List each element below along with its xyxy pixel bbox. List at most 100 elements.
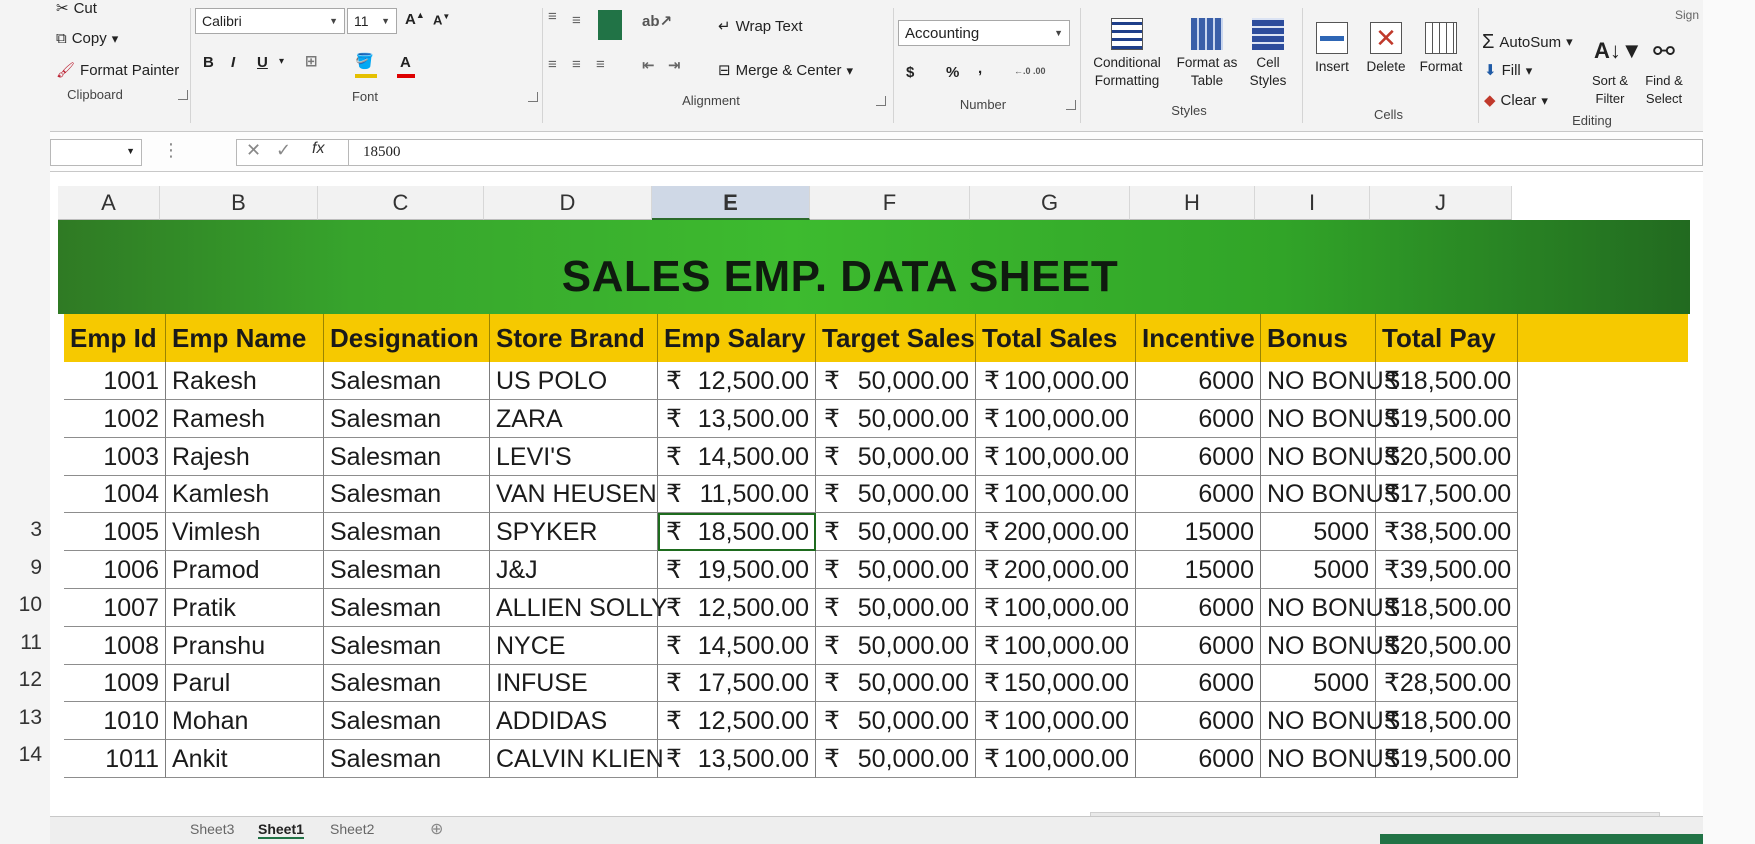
sheet-tab-sheet2[interactable]: Sheet2: [330, 821, 374, 837]
header-cell[interactable]: Incentive: [1136, 314, 1261, 362]
cell-c[interactable]: Salesman: [324, 551, 490, 589]
font-launcher-icon[interactable]: [528, 92, 538, 102]
cell-a[interactable]: 1001: [64, 362, 166, 400]
fill-color-icon[interactable]: 🪣: [355, 52, 374, 70]
cell-h[interactable]: 6000: [1136, 702, 1261, 741]
header-cell[interactable]: Store Brand: [490, 314, 658, 362]
add-sheet-icon[interactable]: ⊕: [430, 819, 443, 839]
cell-i[interactable]: NO BONUS: [1261, 626, 1400, 665]
column-header-e[interactable]: E: [652, 186, 810, 220]
fill-button[interactable]: ⬇ Fill ▾: [1484, 62, 1532, 79]
chevron-down-icon[interactable]: ▾: [279, 56, 284, 67]
sheet-title[interactable]: SALES EMP. DATA SHEET: [480, 252, 1200, 302]
header-cell[interactable]: Bonus: [1261, 314, 1376, 362]
number-launcher-icon[interactable]: [1066, 100, 1076, 110]
cell-j[interactable]: ₹18,500.00: [1376, 702, 1518, 741]
clear-button[interactable]: ◆ Clear ▾: [1484, 92, 1548, 109]
cell-i[interactable]: NO BONUS: [1261, 702, 1400, 741]
cell-i[interactable]: 5000: [1261, 513, 1376, 552]
cell-g[interactable]: ₹200,000.00: [976, 551, 1136, 589]
header-cell[interactable]: Emp Name: [166, 314, 324, 362]
cell-c[interactable]: Salesman: [324, 740, 490, 778]
cell-h[interactable]: 6000: [1136, 664, 1261, 703]
cell-g[interactable]: ₹200,000.00: [976, 513, 1136, 552]
cell-i[interactable]: NO BONUS: [1261, 588, 1400, 627]
cell-d[interactable]: LEVI'S: [490, 437, 658, 476]
cell-h[interactable]: 6000: [1136, 626, 1261, 665]
header-cell[interactable]: Emp Id: [64, 314, 166, 362]
cell-f[interactable]: ₹50,000.00: [816, 362, 976, 400]
wrap-text-button[interactable]: ↵ Wrap Text: [718, 18, 803, 35]
cell-f[interactable]: ₹50,000.00: [816, 513, 976, 552]
cell-i[interactable]: NO BONUS: [1261, 399, 1400, 438]
cell-f[interactable]: ₹50,000.00: [816, 664, 976, 703]
cell-h[interactable]: 6000: [1136, 362, 1261, 400]
clipboard-launcher-icon[interactable]: [178, 90, 188, 100]
cell-c[interactable]: Salesman: [324, 513, 490, 552]
cell-g[interactable]: ₹100,000.00: [976, 702, 1136, 741]
cell-e[interactable]: ₹19,500.00: [658, 551, 816, 589]
cell-f[interactable]: ₹50,000.00: [816, 475, 976, 514]
cell-a[interactable]: 1008: [64, 626, 166, 665]
cell-e[interactable]: ₹11,500.00: [658, 475, 816, 514]
cell-c[interactable]: Salesman: [324, 399, 490, 438]
cell-a[interactable]: 1006: [64, 551, 166, 589]
autosum-button[interactable]: Σ AutoSum ▾: [1482, 32, 1573, 52]
sheet-tab-sheet1[interactable]: Sheet1: [258, 821, 304, 839]
cell-h[interactable]: 15000: [1136, 513, 1261, 552]
enter-icon[interactable]: ✓: [276, 140, 291, 161]
cell-e[interactable]: ₹12,500.00: [658, 702, 816, 741]
row-header-3[interactable]: 3: [0, 518, 52, 542]
format-painter-button[interactable]: 🖌 Format Painter: [56, 62, 179, 79]
cell-g[interactable]: ₹100,000.00: [976, 437, 1136, 476]
cancel-icon[interactable]: ✕: [246, 140, 261, 161]
cell-j[interactable]: ₹19,500.00: [1376, 740, 1518, 778]
insert-button[interactable]: Insert: [1306, 22, 1358, 76]
decrease-indent-icon[interactable]: ⇤: [642, 56, 655, 74]
cell-j[interactable]: ₹17,500.00: [1376, 475, 1518, 514]
cell-i[interactable]: NO BONUS: [1261, 740, 1400, 778]
cell-f[interactable]: ₹50,000.00: [816, 588, 976, 627]
cell-i[interactable]: NO BONUS: [1261, 437, 1400, 476]
column-header-a[interactable]: A: [58, 186, 160, 220]
cell-h[interactable]: 6000: [1136, 475, 1261, 514]
cell-j[interactable]: ₹18,500.00: [1376, 588, 1518, 627]
insert-function-icon[interactable]: fx: [312, 140, 324, 158]
column-header-h[interactable]: H: [1130, 186, 1255, 220]
cell-b[interactable]: Kamlesh: [166, 475, 324, 514]
cell-j[interactable]: ₹28,500.00: [1376, 664, 1518, 703]
cell-a[interactable]: 1011: [64, 740, 166, 778]
merge-center-button[interactable]: ⊟ Merge & Center ▾: [718, 62, 853, 79]
cell-e[interactable]: ₹18,500.00: [658, 513, 816, 552]
cell-e[interactable]: ₹14,500.00: [658, 437, 816, 476]
cell-i[interactable]: 5000: [1261, 664, 1376, 703]
cell-b[interactable]: Pratik: [166, 588, 324, 627]
cell-b[interactable]: Vimlesh: [166, 513, 324, 552]
cell-f[interactable]: ₹50,000.00: [816, 399, 976, 438]
cell-c[interactable]: Salesman: [324, 588, 490, 627]
cell-a[interactable]: 1005: [64, 513, 166, 552]
cell-h[interactable]: 6000: [1136, 740, 1261, 778]
column-header-c[interactable]: C: [318, 186, 484, 220]
orientation-icon[interactable]: ab↗: [642, 12, 672, 30]
cell-g[interactable]: ₹150,000.00: [976, 664, 1136, 703]
align-top-icon[interactable]: ≡: [548, 8, 557, 25]
sort-filter-button[interactable]: A↓▼ Sort & Filter: [1584, 36, 1643, 108]
cell-b[interactable]: Parul: [166, 664, 324, 703]
cell-f[interactable]: ₹50,000.00: [816, 626, 976, 665]
row-header-12[interactable]: 12: [0, 668, 52, 692]
row-header-13[interactable]: 13: [0, 706, 52, 730]
cell-e[interactable]: ₹12,500.00: [658, 588, 816, 627]
cell-f[interactable]: ₹50,000.00: [816, 437, 976, 476]
cell-b[interactable]: Rajesh: [166, 437, 324, 476]
cell-c[interactable]: Salesman: [324, 664, 490, 703]
cut-button[interactable]: ✂ Cut: [56, 0, 97, 17]
cell-d[interactable]: ALLIEN SOLLY: [490, 588, 668, 627]
cell-h[interactable]: 15000: [1136, 551, 1261, 589]
column-header-g[interactable]: G: [970, 186, 1130, 220]
cell-f[interactable]: ₹50,000.00: [816, 702, 976, 741]
column-header-f[interactable]: F: [810, 186, 970, 220]
cell-h[interactable]: 6000: [1136, 588, 1261, 627]
header-cell[interactable]: Designation: [324, 314, 490, 362]
header-cell[interactable]: Total Sales: [976, 314, 1136, 362]
